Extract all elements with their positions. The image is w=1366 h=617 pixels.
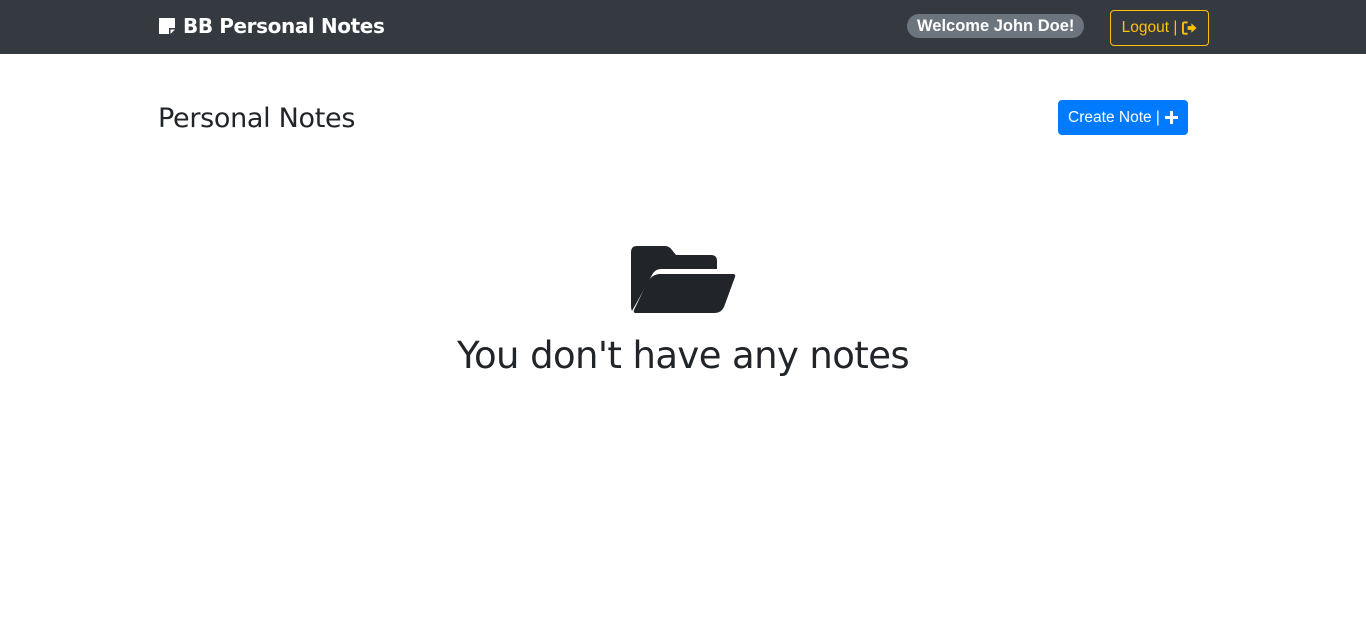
navbar: BB Personal Notes Welcome John Doe! Logo… bbox=[0, 0, 1366, 54]
sign-out-icon bbox=[1182, 21, 1197, 35]
brand-link[interactable]: BB Personal Notes bbox=[158, 13, 385, 39]
plus-icon bbox=[1164, 111, 1178, 124]
brand-title: BB Personal Notes bbox=[183, 14, 385, 38]
empty-message: You don't have any notes bbox=[456, 334, 910, 377]
create-note-label: Create Note | bbox=[1068, 108, 1160, 126]
sticky-note-icon bbox=[159, 18, 175, 34]
folder-open-icon bbox=[630, 246, 735, 313]
logout-button[interactable]: Logout | bbox=[1110, 10, 1209, 46]
empty-state: You don't have any notes bbox=[0, 244, 1366, 378]
create-note-button[interactable]: Create Note | bbox=[1058, 100, 1188, 135]
logout-button-label: Logout | bbox=[1121, 19, 1178, 36]
welcome-badge: Welcome John Doe! bbox=[907, 14, 1085, 38]
page-title: Personal Notes bbox=[158, 103, 356, 134]
